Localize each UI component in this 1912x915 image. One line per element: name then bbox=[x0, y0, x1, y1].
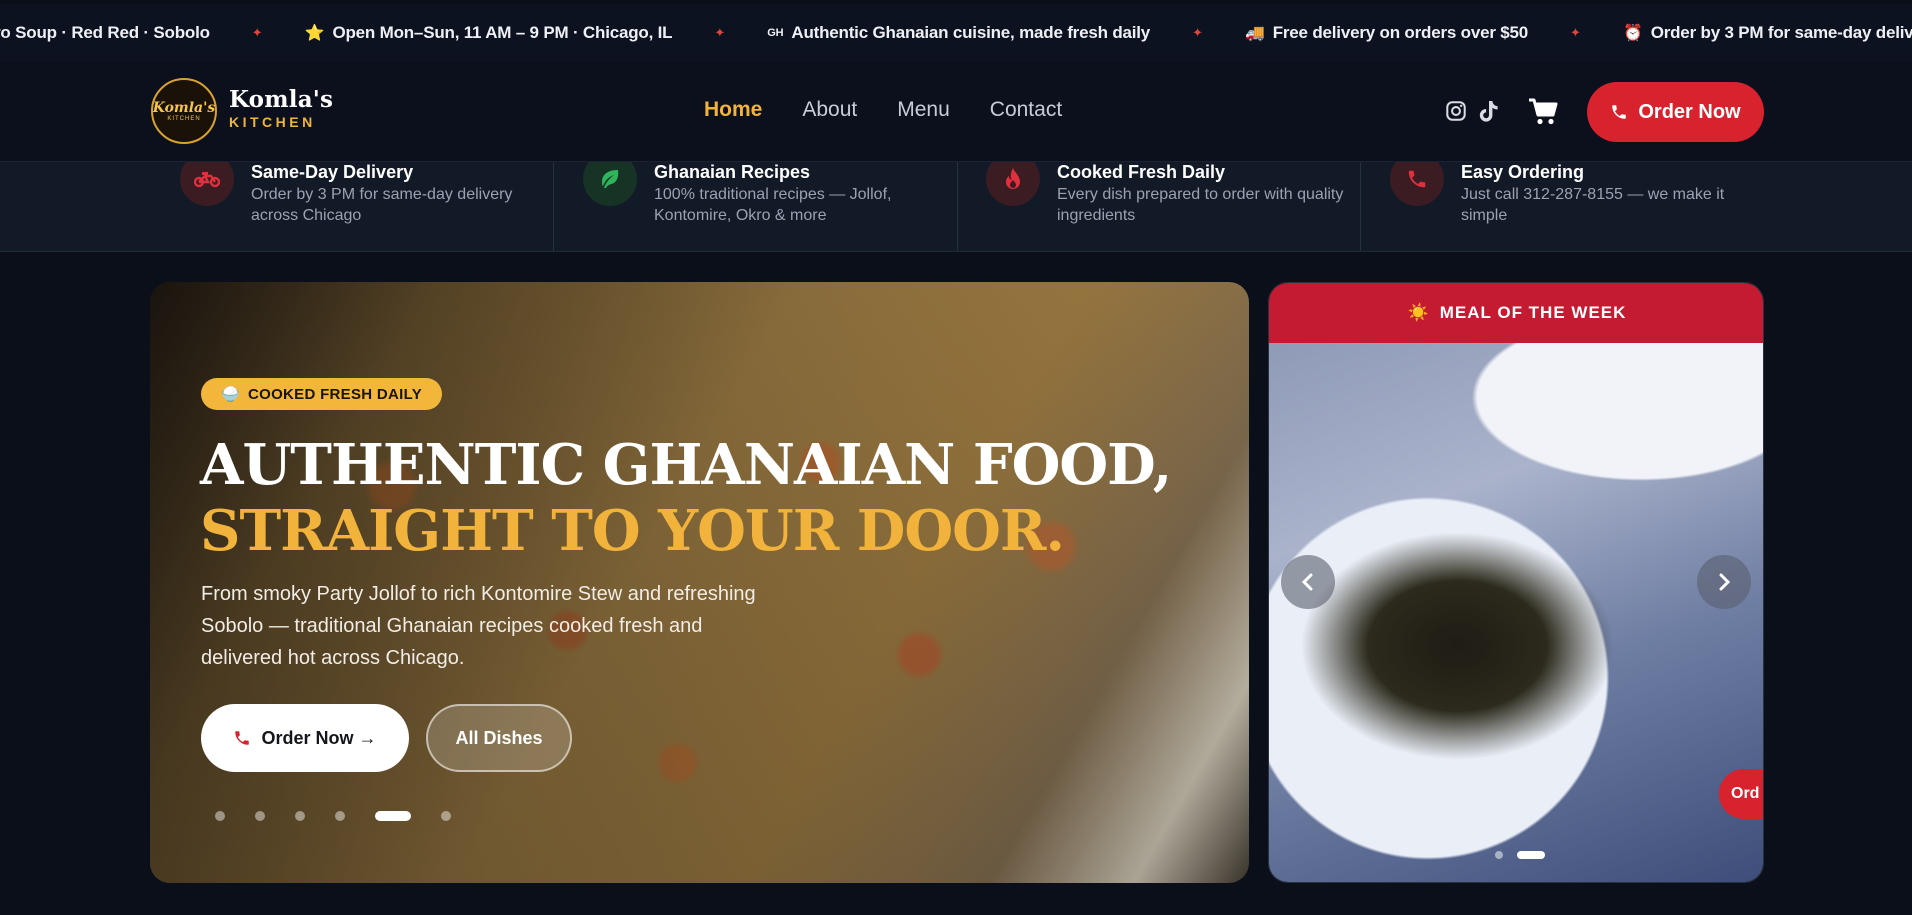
feature-desc: Just call 312-287-8155 — we make it simp… bbox=[1461, 186, 1725, 224]
order-now-button[interactable]: Order Now bbox=[1587, 82, 1764, 142]
flame-icon bbox=[986, 162, 1040, 206]
ticker-item: ⭐ Open Mon–Sun, 11 AM – 9 PM · Chicago, I… bbox=[304, 23, 673, 42]
hero-order-now-button[interactable]: Order Now → bbox=[201, 704, 409, 772]
nav-link-menu[interactable]: Menu bbox=[897, 98, 950, 122]
hero-slide-dots bbox=[215, 811, 451, 821]
truck-icon: 🚚 bbox=[1244, 25, 1265, 42]
meal-order-button[interactable]: Ord bbox=[1719, 769, 1763, 819]
announcement-ticker: ro Soup · Red Red · Sobolo ✦ ⭐ Open Mon–S… bbox=[0, 4, 1912, 62]
ticker-track: ro Soup · Red Red · Sobolo ✦ ⭐ Open Mon–S… bbox=[0, 4, 1912, 62]
alarm-clock-icon: ⏰ bbox=[1622, 25, 1643, 42]
slide-dot[interactable] bbox=[335, 811, 345, 821]
meal-image-kontomire-stew bbox=[1269, 343, 1763, 882]
feature-title: Easy Ordering bbox=[1461, 162, 1585, 182]
meal-header-label: MEAL OF THE WEEK bbox=[1439, 303, 1627, 322]
phone-icon bbox=[235, 731, 250, 745]
meal-slide-dots bbox=[1495, 851, 1545, 859]
brand-wordmark[interactable]: Komla's KITCHEN bbox=[229, 86, 333, 130]
slide-dot-active[interactable] bbox=[375, 811, 411, 821]
ticker-separator: ✦ bbox=[1570, 25, 1581, 40]
slide-dot[interactable] bbox=[255, 811, 265, 821]
feature-divider bbox=[553, 162, 554, 251]
badge-label: COOKED FRESH DAILY bbox=[247, 385, 423, 403]
rice-bowl-icon: 🍚 bbox=[221, 386, 240, 403]
logo-subtext: KITCHEN bbox=[167, 116, 201, 122]
tiktok-icon[interactable] bbox=[1477, 98, 1501, 124]
brand-name: Komla's bbox=[229, 86, 334, 113]
instagram-icon[interactable] bbox=[1444, 98, 1468, 124]
meal-of-week-header: ☀️ MEAL OF THE WEEK bbox=[1269, 283, 1763, 343]
brand-sub: KITCHEN bbox=[229, 114, 316, 130]
cart-icon[interactable] bbox=[1528, 98, 1558, 126]
phone-icon bbox=[1612, 105, 1627, 119]
nav-links: Home About Menu Contact bbox=[704, 98, 1062, 122]
main-navbar: Komla's KITCHEN Komla's KITCHEN Home Abo… bbox=[0, 62, 1912, 162]
hero-title-line2: STRAIGHT TO YOUR DOOR. bbox=[200, 498, 1065, 564]
star-icon: ⭐ bbox=[304, 25, 325, 42]
sun-icon: ☀️ bbox=[1407, 303, 1430, 322]
hero-description: From smoky Party Jollof to rich Kontomir… bbox=[201, 583, 756, 669]
cooked-fresh-badge: 🍚 COOKED FRESH DAILY bbox=[201, 378, 443, 410]
ticker-separator: ✦ bbox=[1192, 25, 1203, 40]
feature-title: Same-Day Delivery bbox=[251, 162, 414, 182]
ticker-item: ⏰ Order by 3 PM for same-day delivery bbox=[1622, 23, 1912, 42]
nav-link-about[interactable]: About bbox=[802, 98, 857, 122]
slide-dot-active[interactable] bbox=[1517, 851, 1545, 859]
logo-text: Komla's bbox=[152, 100, 216, 116]
phone-icon bbox=[1390, 162, 1444, 206]
feature-title: Cooked Fresh Daily bbox=[1057, 162, 1226, 182]
feature-desc: Order by 3 PM for same-day delivery acro… bbox=[251, 186, 513, 224]
prev-arrow-icon[interactable] bbox=[1281, 555, 1335, 609]
order-now-label: Order Now bbox=[1638, 100, 1741, 123]
leaf-icon bbox=[583, 162, 637, 206]
hero-title: AUTHENTIC GHANAIAN FOOD, STRAIGHT TO YOU… bbox=[200, 432, 1172, 564]
hero-title-line1: AUTHENTIC GHANAIAN FOOD, bbox=[200, 432, 1172, 498]
ticker-item: 🚚 Free delivery on orders over $50 bbox=[1244, 23, 1529, 42]
hero-carousel: 🍚 COOKED FRESH DAILY AUTHENTIC GHANAIAN … bbox=[150, 282, 1249, 883]
hero-order-now-label: Order Now → bbox=[261, 727, 377, 748]
slide-dot[interactable] bbox=[215, 811, 225, 821]
ghana-flag-icon: GH bbox=[767, 27, 784, 39]
all-dishes-button[interactable]: All Dishes bbox=[426, 704, 572, 772]
features-strip: Same-Day Delivery Order by 3 PM for same… bbox=[0, 162, 1912, 252]
nav-link-home[interactable]: Home bbox=[704, 98, 762, 122]
feature-title: Ghanaian Recipes bbox=[654, 162, 811, 182]
slide-dot[interactable] bbox=[441, 811, 451, 821]
slide-dot[interactable] bbox=[1495, 851, 1503, 859]
ticker-separator: ✦ bbox=[251, 25, 263, 40]
brand-logo[interactable]: Komla's KITCHEN bbox=[151, 78, 217, 144]
nav-link-contact[interactable]: Contact bbox=[990, 98, 1062, 122]
social-icons bbox=[1444, 98, 1501, 124]
motorcycle-icon bbox=[180, 162, 234, 206]
feature-divider bbox=[1360, 162, 1361, 251]
ticker-item: GH Authentic Ghanaian cuisine, made fresh… bbox=[767, 23, 1151, 42]
feature-desc: 100% traditional recipes — Jollof, Konto… bbox=[654, 186, 892, 224]
feature-divider bbox=[957, 162, 958, 251]
meal-of-the-week-card: ☀️ MEAL OF THE WEEK Ord bbox=[1268, 282, 1764, 883]
next-arrow-icon[interactable] bbox=[1697, 555, 1751, 609]
ticker-item: ro Soup · Red Red · Sobolo bbox=[0, 23, 210, 42]
feature-desc: Every dish prepared to order with qualit… bbox=[1057, 186, 1344, 224]
ticker-separator: ✦ bbox=[714, 25, 726, 40]
slide-dot[interactable] bbox=[295, 811, 305, 821]
